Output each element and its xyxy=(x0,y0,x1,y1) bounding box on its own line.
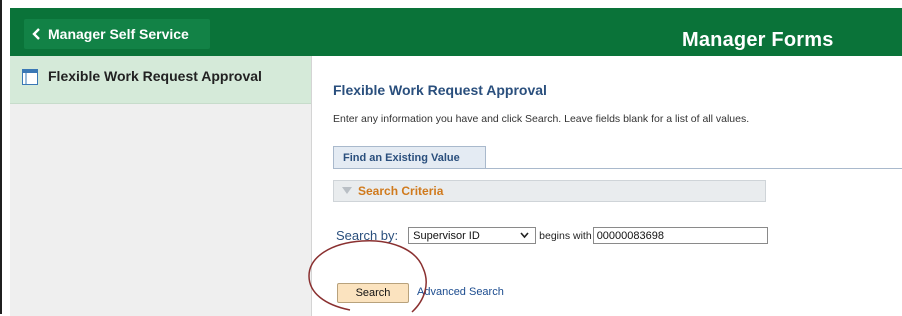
manager-self-service-back-button[interactable]: Manager Self Service xyxy=(24,19,210,49)
advanced-search-link[interactable]: Advanced Search xyxy=(417,286,504,298)
sidebar-item-flexible-work-request-approval[interactable]: Flexible Work Request Approval xyxy=(10,56,311,104)
search-button[interactable]: Search xyxy=(337,283,409,303)
triangle-down-icon xyxy=(342,187,352,194)
search-row: Search by: Supervisor ID begins with xyxy=(336,227,768,244)
sidebar-item-label: Flexible Work Request Approval xyxy=(48,68,262,84)
supervisor-id-input[interactable] xyxy=(592,227,768,244)
search-field-value: Supervisor ID xyxy=(413,229,480,242)
tab-find-existing-value[interactable]: Find an Existing Value xyxy=(333,146,486,168)
page-title: Manager Forms xyxy=(682,29,834,51)
top-banner: Manager Self Service Manager Forms xyxy=(10,8,902,56)
search-by-label: Search by: xyxy=(336,228,399,243)
tab-divider xyxy=(333,168,902,169)
operator-label: begins with xyxy=(539,229,592,242)
form-title: Flexible Work Request Approval xyxy=(333,82,547,98)
sidebar: Flexible Work Request Approval xyxy=(10,56,312,316)
search-field-select[interactable]: Supervisor ID xyxy=(408,227,537,244)
back-button-label: Manager Self Service xyxy=(48,26,189,42)
chevron-down-icon xyxy=(520,232,529,239)
instructions-text: Enter any information you have and click… xyxy=(333,113,750,125)
form-icon xyxy=(22,69,38,85)
search-criteria-label: Search Criteria xyxy=(358,184,444,198)
main-content: Flexible Work Request Approval Enter any… xyxy=(312,56,902,316)
chevron-left-icon xyxy=(32,28,41,40)
search-criteria-toggle[interactable]: Search Criteria xyxy=(333,180,766,202)
